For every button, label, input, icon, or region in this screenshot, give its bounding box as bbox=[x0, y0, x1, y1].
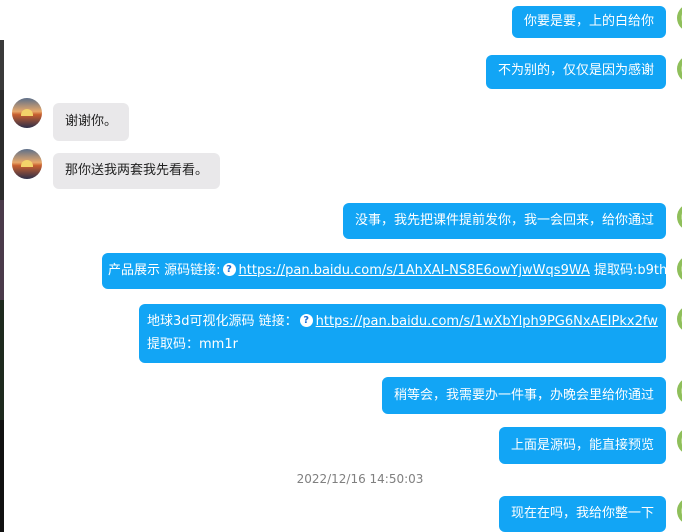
self-avatar[interactable] bbox=[677, 203, 682, 231]
self-avatar[interactable] bbox=[677, 377, 682, 405]
message-bubble-incoming[interactable]: 那你送我两套我先看看。 bbox=[53, 153, 221, 189]
message-bubble-outgoing[interactable]: 稍等会，我需要办一件事，办晚会里给你通过 bbox=[381, 377, 666, 414]
message-text: 现在在吗，我给你整一下 bbox=[510, 506, 654, 521]
self-avatar[interactable] bbox=[677, 497, 682, 525]
self-avatar[interactable] bbox=[677, 55, 682, 83]
self-avatar[interactable] bbox=[677, 427, 682, 455]
message-prefix: 地球3d可视化源码 链接： bbox=[147, 314, 298, 329]
message-bubble-outgoing[interactable]: 你要是要，上的白给你 bbox=[511, 6, 666, 38]
message-text: 谢谢你。 bbox=[65, 114, 118, 129]
message-timestamp: 2022/12/16 14:50:03 bbox=[296, 472, 424, 486]
left-window-strip bbox=[0, 0, 4, 532]
message-text: 没事，我先把课件提前发你，我一会回来，给你通过 bbox=[354, 213, 654, 228]
self-avatar[interactable] bbox=[677, 4, 682, 32]
message-bubble-incoming[interactable]: 谢谢你。 bbox=[53, 103, 130, 141]
self-avatar[interactable] bbox=[677, 305, 682, 333]
message-text: 你要是要，上的白给你 bbox=[523, 14, 654, 29]
message-bubble-outgoing-link[interactable]: 地球3d可视化源码 链接：? https://pan.baidu.com/s/1w… bbox=[139, 304, 666, 363]
extract-code-text: 提取码：mm1r bbox=[147, 337, 238, 352]
message-text: 不为别的，仅仅是因为感谢 bbox=[497, 63, 654, 78]
message-prefix: 产品展示 源码链接: bbox=[108, 263, 221, 278]
contact-avatar[interactable] bbox=[12, 149, 42, 179]
message-bubble-outgoing[interactable]: 上面是源码，能直接预览 bbox=[498, 427, 666, 464]
question-circle-icon: ? bbox=[299, 314, 313, 327]
question-circle-icon: ? bbox=[222, 263, 236, 276]
message-text: 上面是源码，能直接预览 bbox=[510, 438, 654, 453]
message-suffix: 提取码:b9th bbox=[589, 263, 666, 278]
share-link[interactable]: https://pan.baidu.com/s/1AhXAI-NS8E6owYj… bbox=[239, 263, 590, 278]
message-bubble-outgoing[interactable]: 现在在吗，我给你整一下 bbox=[498, 496, 666, 532]
self-avatar[interactable] bbox=[677, 255, 682, 283]
share-link[interactable]: https://pan.baidu.com/s/1wXbYlph9PG6NxAE… bbox=[316, 314, 658, 329]
message-text: 那你送我两套我先看看。 bbox=[65, 163, 209, 178]
message-bubble-outgoing[interactable]: 不为别的，仅仅是因为感谢 bbox=[485, 55, 666, 89]
message-bubble-outgoing[interactable]: 没事，我先把课件提前发你，我一会回来，给你通过 bbox=[342, 203, 666, 239]
message-text: 稍等会，我需要办一件事，办晚会里给你通过 bbox=[393, 388, 654, 403]
message-bubble-outgoing-link[interactable]: 产品展示 源码链接:? https://pan.baidu.com/s/1AhXA… bbox=[102, 253, 666, 289]
contact-avatar[interactable] bbox=[12, 98, 42, 128]
